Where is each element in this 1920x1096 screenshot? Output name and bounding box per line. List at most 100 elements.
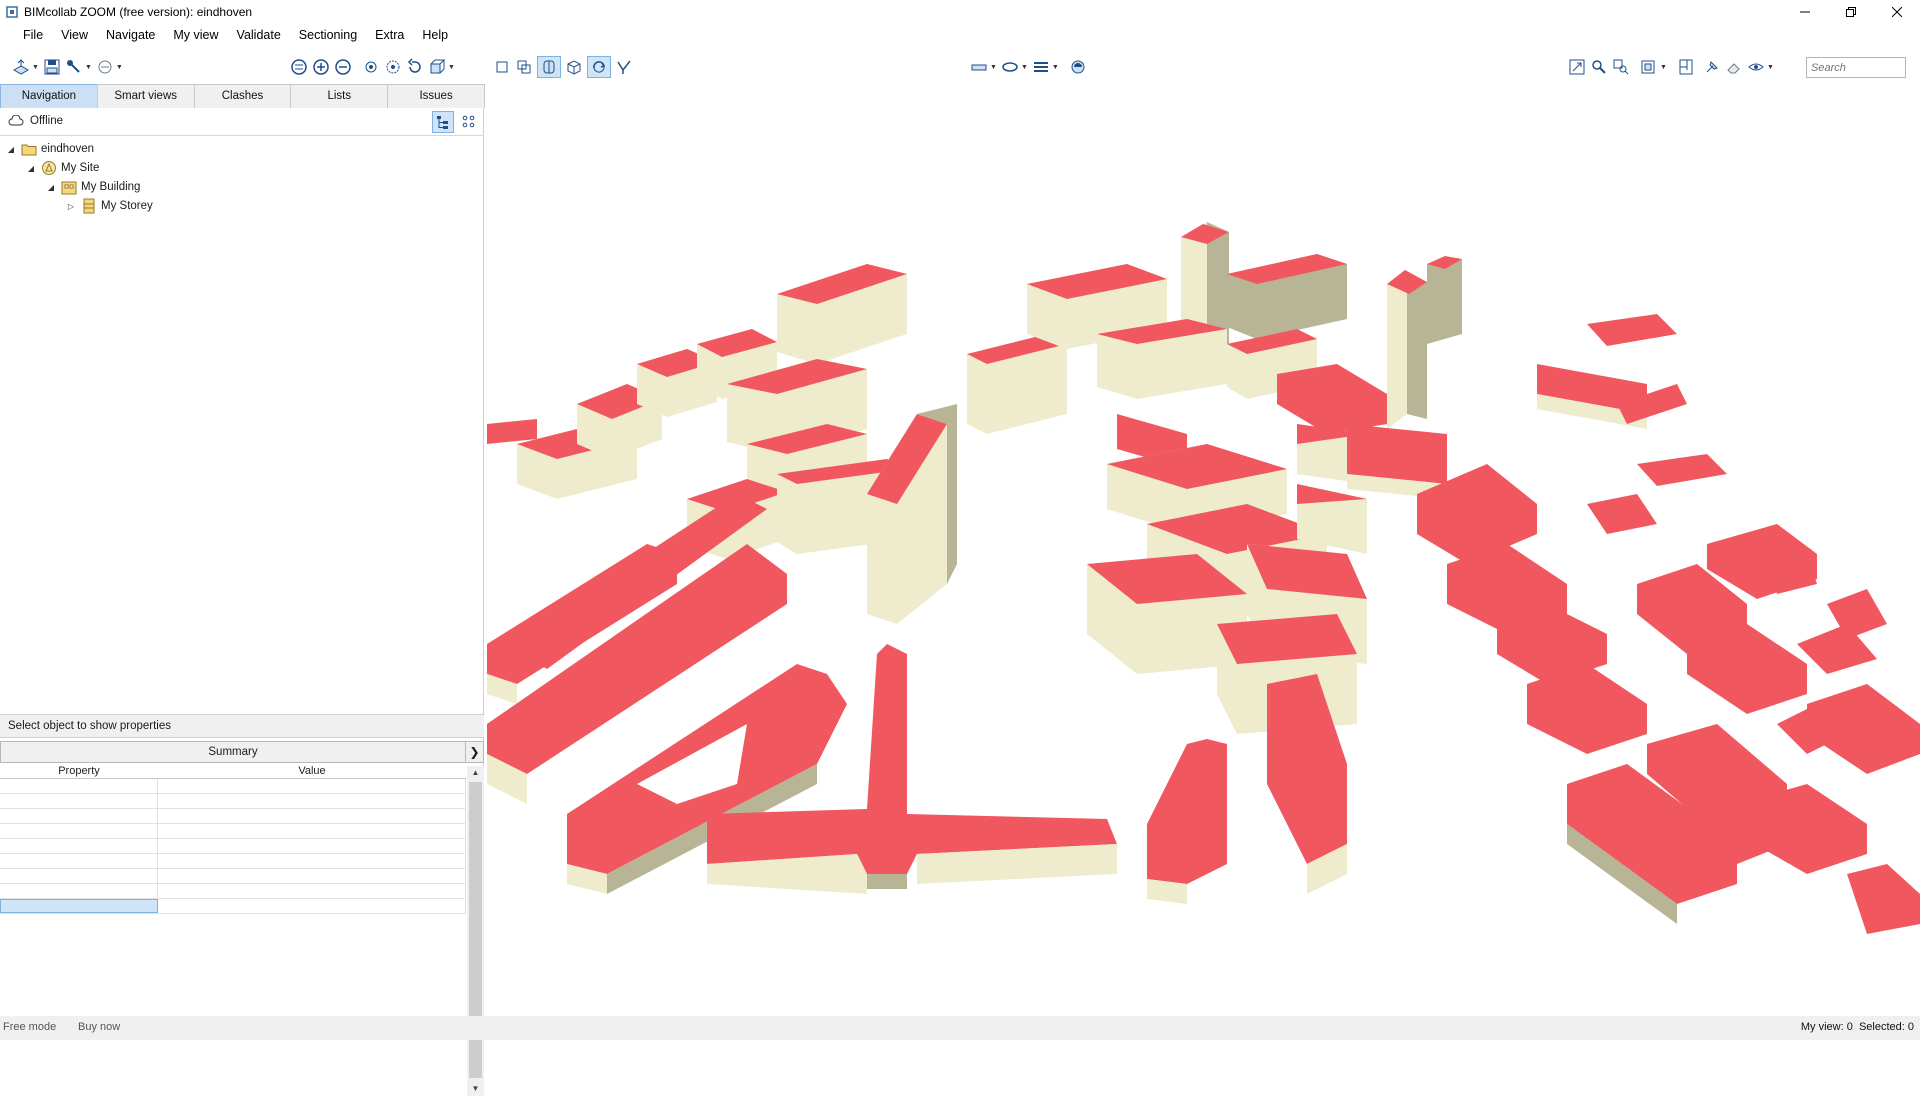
- building-icon: [61, 181, 77, 195]
- section-plane-button[interactable]: ▼: [970, 56, 997, 78]
- find-button[interactable]: [1590, 56, 1608, 78]
- column-value[interactable]: Value: [158, 764, 466, 778]
- select-box-icon: [496, 61, 508, 73]
- tab-issues[interactable]: Issues: [387, 84, 485, 108]
- storey-filter-button[interactable]: ▼: [1032, 56, 1059, 78]
- menu-validate[interactable]: Validate: [228, 24, 290, 46]
- globe-icon: [1071, 60, 1085, 74]
- restore-button[interactable]: [1828, 0, 1874, 24]
- menu-sectioning[interactable]: Sectioning: [290, 24, 366, 46]
- table-row[interactable]: [0, 809, 466, 824]
- table-row[interactable]: [0, 794, 466, 809]
- undo-view-button[interactable]: [406, 56, 424, 78]
- scroll-up-icon[interactable]: ▲: [467, 766, 484, 780]
- wireframe-button[interactable]: [565, 56, 583, 78]
- zoom-extents-button[interactable]: [290, 56, 308, 78]
- grid-view-toggle[interactable]: [458, 111, 480, 133]
- tree-item-eindhoven[interactable]: ◢ eindhoven: [6, 140, 94, 158]
- tab-navigation[interactable]: Navigation: [0, 84, 98, 108]
- city-model-render[interactable]: [487, 84, 1920, 1016]
- properties-scrollbar[interactable]: ▲ ▼: [467, 766, 484, 1096]
- table-row[interactable]: [0, 884, 466, 899]
- zoom-extents-icon: [291, 59, 307, 75]
- save-button[interactable]: [43, 56, 61, 78]
- tab-smart-views[interactable]: Smart views: [96, 84, 195, 108]
- storey-icon: [83, 198, 95, 214]
- zoom-in-button[interactable]: [312, 56, 330, 78]
- eraser-icon: [1727, 63, 1740, 74]
- clipping-button[interactable]: [1069, 56, 1087, 78]
- tab-lists[interactable]: Lists: [290, 84, 389, 108]
- tree-item-label: eindhoven: [41, 143, 95, 155]
- table-row[interactable]: [0, 839, 466, 854]
- my-view-count: My view: 0: [1800, 1021, 1853, 1033]
- section-plane-icon: [971, 64, 987, 71]
- summary-bar[interactable]: Summary ❯: [0, 741, 484, 763]
- buy-now-link[interactable]: Buy now: [78, 1021, 120, 1033]
- connection-status[interactable]: Offline: [8, 115, 63, 127]
- menu-view[interactable]: View: [52, 24, 97, 46]
- fit-view-button[interactable]: [1568, 56, 1586, 78]
- title-bar: BIMcollab ZOOM (free version): eindhoven: [0, 0, 1920, 24]
- visibility-button[interactable]: ▼: [1747, 56, 1774, 78]
- column-property[interactable]: Property: [0, 764, 158, 778]
- connection-status-label: Offline: [30, 115, 64, 127]
- table-row[interactable]: [0, 854, 466, 869]
- site-icon: [42, 161, 56, 175]
- minimize-button[interactable]: [1782, 0, 1828, 24]
- find-similar-icon: [1613, 59, 1629, 75]
- expand-arrow-icon[interactable]: ▷: [66, 202, 76, 211]
- view-presets-button[interactable]: ▼: [428, 56, 455, 78]
- find-similar-button[interactable]: [1612, 56, 1630, 78]
- floorplan-button[interactable]: [1677, 56, 1695, 78]
- menu-extra[interactable]: Extra: [366, 24, 413, 46]
- navigation-header: Offline: [0, 108, 484, 136]
- table-row[interactable]: [0, 869, 466, 884]
- menu-navigate[interactable]: Navigate: [97, 24, 164, 46]
- left-panel: Navigation Smart views Clashes Lists Iss…: [0, 84, 485, 1096]
- walk-mode-button[interactable]: [587, 56, 611, 78]
- collapse-arrow-icon[interactable]: ◢: [46, 183, 56, 192]
- collapse-arrow-icon[interactable]: ◢: [26, 164, 36, 173]
- menu-help[interactable]: Help: [413, 24, 457, 46]
- collapse-arrow-icon[interactable]: ◢: [6, 145, 16, 154]
- zoom-out-button[interactable]: [334, 56, 352, 78]
- status-bar: Free mode Buy now My view: 0 Selected: 0: [0, 1016, 1920, 1040]
- close-button[interactable]: [1874, 0, 1920, 24]
- select-window-button[interactable]: [515, 56, 533, 78]
- select-window-icon: [517, 60, 531, 74]
- select-box-button[interactable]: [493, 56, 511, 78]
- chevron-right-icon[interactable]: ❯: [465, 742, 483, 762]
- isolate-button[interactable]: ▼: [1640, 56, 1667, 78]
- measure-tools-button[interactable]: ▼: [65, 56, 92, 78]
- zoom-in-icon: [313, 59, 329, 75]
- scroll-down-icon[interactable]: ▼: [467, 1082, 484, 1096]
- markup-button[interactable]: [1703, 56, 1721, 78]
- tab-clashes[interactable]: Clashes: [193, 84, 292, 108]
- search-input[interactable]: [1806, 57, 1906, 78]
- menu-file[interactable]: File: [14, 24, 52, 46]
- shaded-mode-button[interactable]: [537, 56, 561, 78]
- undo-icon: [407, 58, 421, 73]
- measure-icon: [66, 60, 80, 73]
- 3d-viewport[interactable]: [487, 84, 1920, 1016]
- table-row[interactable]: [0, 824, 466, 839]
- table-row[interactable]: [0, 899, 466, 914]
- table-row[interactable]: [0, 779, 466, 794]
- tree-item-my-building[interactable]: ◢ My Building: [46, 178, 140, 196]
- fly-mode-button[interactable]: [615, 56, 633, 78]
- focus-button[interactable]: [362, 56, 380, 78]
- section-ellipse-icon: [1002, 62, 1018, 72]
- eye-icon: [1748, 63, 1764, 71]
- tree-item-my-storey[interactable]: ▷ My Storey: [66, 197, 153, 215]
- orbit-center-button[interactable]: [384, 56, 402, 78]
- pin-icon: [1706, 61, 1718, 73]
- section-box-button[interactable]: ▼: [1001, 56, 1028, 78]
- share-button[interactable]: ▼: [96, 56, 123, 78]
- window-title: BIMcollab ZOOM (free version): eindhoven: [24, 5, 253, 19]
- menu-my-view[interactable]: My view: [164, 24, 227, 46]
- tree-item-my-site[interactable]: ◢ My Site: [26, 159, 99, 177]
- hide-button[interactable]: [1725, 56, 1743, 78]
- open-model-button[interactable]: ▼: [12, 56, 39, 78]
- tree-view-toggle[interactable]: [432, 111, 454, 133]
